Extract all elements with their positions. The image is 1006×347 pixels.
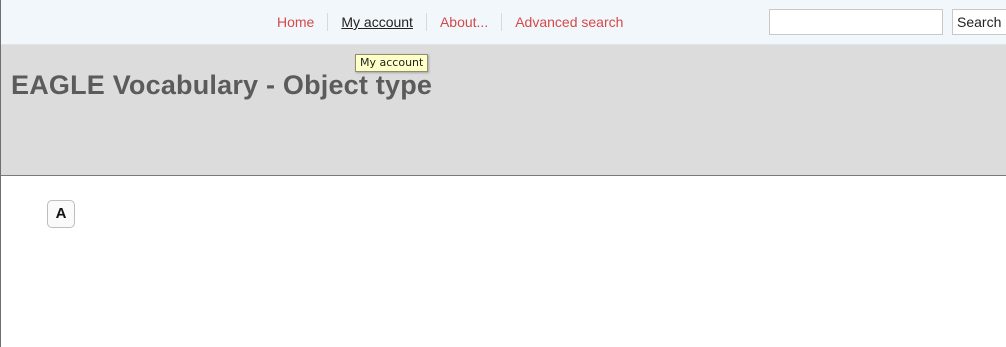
- nav-my-account-link[interactable]: My account: [327, 13, 426, 31]
- page-header: EAGLE Vocabulary - Object type: [1, 45, 1006, 176]
- tooltip: My account: [355, 54, 429, 72]
- main-nav: Home My account About... Advanced search: [277, 13, 636, 31]
- search-button[interactable]: Search: [952, 9, 1006, 35]
- top-navigation-bar: Home My account About... Advanced search…: [1, 0, 1006, 45]
- page-title: EAGLE Vocabulary - Object type: [11, 70, 433, 100]
- nav-advanced-search-link[interactable]: Advanced search: [501, 13, 636, 31]
- nav-about-link[interactable]: About...: [425, 13, 501, 31]
- alphabet-letter-a-button[interactable]: A: [47, 200, 75, 228]
- nav-home-link[interactable]: Home: [277, 13, 327, 31]
- page: Home My account About... Advanced search…: [0, 0, 1006, 347]
- search-input[interactable]: [769, 9, 943, 35]
